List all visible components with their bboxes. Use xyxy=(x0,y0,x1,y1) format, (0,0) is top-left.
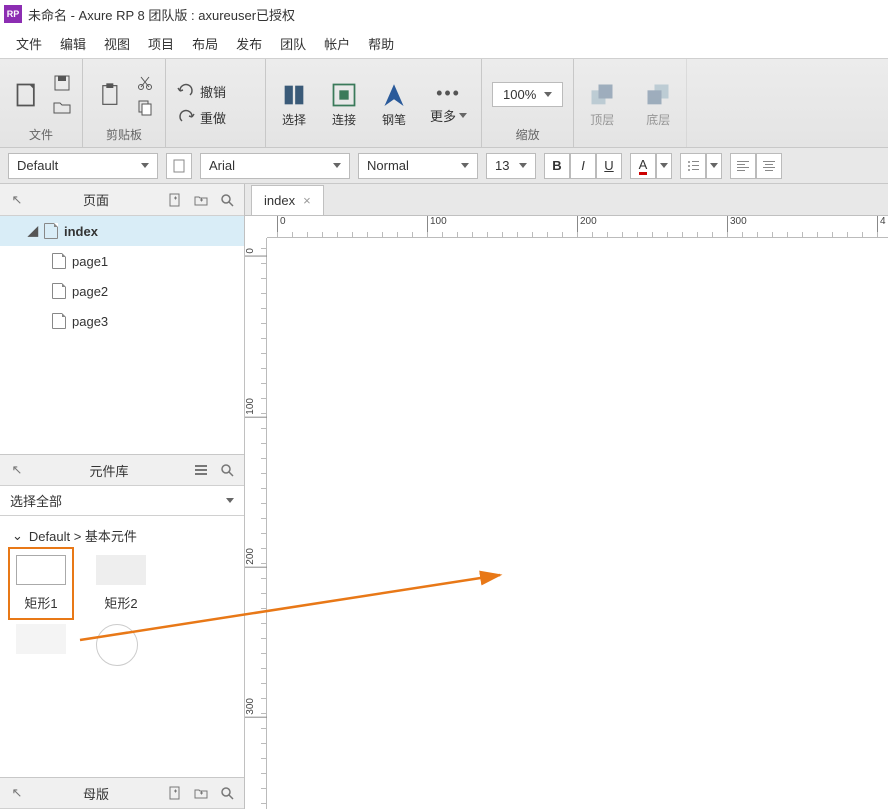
text-color-caret[interactable] xyxy=(656,153,672,179)
more-tools[interactable]: ••• 更多 xyxy=(426,81,471,127)
weight-combo[interactable]: Normal xyxy=(358,153,478,179)
clipboard-label: 剪贴板 xyxy=(106,126,142,143)
redo-button[interactable]: 重做 xyxy=(176,107,226,127)
zoom-combo[interactable]: 100% xyxy=(492,82,563,107)
add-folder-icon[interactable] xyxy=(192,191,210,209)
page-page2[interactable]: page2 xyxy=(0,276,244,306)
widget-rect1[interactable]: 矩形1 xyxy=(16,555,66,612)
group-clipboard: 剪贴板 xyxy=(83,59,166,147)
ribbon: 文件 剪贴板 撤销 重做 选择 xyxy=(0,58,888,148)
collapse-lib-icon[interactable]: ↖ xyxy=(8,461,26,479)
pages-tree: ◢ index page1 page2 page3 xyxy=(0,216,244,454)
search-lib-icon[interactable] xyxy=(218,461,236,479)
bring-front[interactable]: 顶层 xyxy=(584,79,620,130)
page-icon xyxy=(44,223,58,239)
select-tool[interactable]: 选择 xyxy=(276,79,312,130)
group-arrange: 顶层 底层 xyxy=(574,59,687,147)
close-tab-icon[interactable]: × xyxy=(303,193,311,208)
pages-title: 页面 xyxy=(34,190,158,209)
group-undo: 撤销 重做 xyxy=(166,59,236,147)
page-icon xyxy=(52,313,66,329)
undo-button[interactable]: 撤销 xyxy=(176,81,226,101)
canvas[interactable] xyxy=(267,238,888,809)
collapse-master-icon[interactable]: ↖ xyxy=(8,784,26,802)
page-page3[interactable]: page3 xyxy=(0,306,244,336)
page-page1[interactable]: page1 xyxy=(0,246,244,276)
library-select[interactable]: 选择全部 xyxy=(0,486,244,516)
send-back[interactable]: 底层 xyxy=(640,79,676,130)
cut-icon[interactable] xyxy=(135,73,155,93)
search-master-icon[interactable] xyxy=(218,784,236,802)
copy-icon[interactable] xyxy=(135,97,155,117)
menu-account[interactable]: 帐户 xyxy=(324,34,350,53)
menu-file[interactable]: 文件 xyxy=(16,34,42,53)
bullets-button[interactable] xyxy=(680,153,706,179)
align-left-button[interactable] xyxy=(730,153,756,179)
library-category[interactable]: ⌄ Default > 基本元件 xyxy=(0,516,244,555)
underline-button[interactable]: U xyxy=(596,153,622,179)
group-file: 文件 xyxy=(0,59,83,147)
search-pages-icon[interactable] xyxy=(218,191,236,209)
italic-button[interactable]: I xyxy=(570,153,596,179)
window-title: 未命名 - Axure RP 8 团队版 : axureuser已授权 xyxy=(28,5,295,24)
main-area: ↖ 页面 ◢ index page1 page2 page3 ↖ 元件库 xyxy=(0,184,888,809)
page-index[interactable]: ◢ index xyxy=(0,216,244,246)
pages-header: ↖ 页面 xyxy=(0,184,244,216)
bold-button[interactable]: B xyxy=(544,153,570,179)
group-zoom: 100% 缩放 xyxy=(482,59,574,147)
masters-title: 母版 xyxy=(34,784,158,803)
library-title: 元件库 xyxy=(34,461,184,480)
size-combo[interactable]: 13 xyxy=(486,153,536,179)
menu-help[interactable]: 帮助 xyxy=(368,34,394,53)
save-icon[interactable] xyxy=(52,73,72,93)
style-manager-icon[interactable] xyxy=(166,153,192,179)
connect-tool[interactable]: 连接 xyxy=(326,79,362,130)
app-icon: RP xyxy=(4,5,22,23)
menu-publish[interactable]: 发布 xyxy=(236,34,262,53)
canvas-tabbar: index × xyxy=(245,184,888,216)
file-button[interactable] xyxy=(10,79,46,111)
group-select: 选择 连接 钢笔 ••• 更多 xyxy=(266,59,482,147)
menu-view[interactable]: 视图 xyxy=(104,34,130,53)
page-icon xyxy=(52,253,66,269)
paste-button[interactable] xyxy=(93,79,129,111)
align-center-button[interactable] xyxy=(756,153,782,179)
widget-placeholder1[interactable] xyxy=(16,624,66,666)
menubar: 文件 编辑 视图 项目 布局 发布 团队 帐户 帮助 xyxy=(0,28,888,58)
left-panels: ↖ 页面 ◢ index page1 page2 page3 ↖ 元件库 xyxy=(0,184,245,809)
add-master-folder-icon[interactable] xyxy=(192,784,210,802)
style-combo[interactable]: Default xyxy=(8,153,158,179)
bullets-caret[interactable] xyxy=(706,153,722,179)
canvas-wrap: index × 0 100 200 300 4 0 100 200 300 xyxy=(245,184,888,809)
widget-ellipse[interactable] xyxy=(96,624,138,666)
ruler-horizontal: 0 100 200 300 4 xyxy=(267,216,888,238)
widget-rect2[interactable]: 矩形2 xyxy=(96,555,146,612)
library-header: ↖ 元件库 xyxy=(0,454,244,486)
text-color-button[interactable]: A xyxy=(630,153,656,179)
menu-icon[interactable] xyxy=(192,461,210,479)
format-bar: Default Arial Normal 13 B I U A xyxy=(0,148,888,184)
library-body: ⌄ Default > 基本元件 矩形1 矩形2 xyxy=(0,516,244,777)
font-combo[interactable]: Arial xyxy=(200,153,350,179)
canvas-tab-index[interactable]: index × xyxy=(251,185,324,215)
ruler-vertical: 0 100 200 300 xyxy=(245,238,267,809)
open-icon[interactable] xyxy=(52,97,72,117)
menu-project[interactable]: 项目 xyxy=(148,34,174,53)
masters-header: ↖ 母版 xyxy=(0,777,244,809)
menu-edit[interactable]: 编辑 xyxy=(60,34,86,53)
menu-layout[interactable]: 布局 xyxy=(192,34,218,53)
collapse-icon[interactable]: ↖ xyxy=(8,191,26,209)
file-label: 文件 xyxy=(29,126,53,143)
titlebar: RP 未命名 - Axure RP 8 团队版 : axureuser已授权 xyxy=(0,0,888,28)
add-master-icon[interactable] xyxy=(166,784,184,802)
add-page-icon[interactable] xyxy=(166,191,184,209)
pen-tool[interactable]: 钢笔 xyxy=(376,79,412,130)
page-icon xyxy=(52,283,66,299)
menu-team[interactable]: 团队 xyxy=(280,34,306,53)
